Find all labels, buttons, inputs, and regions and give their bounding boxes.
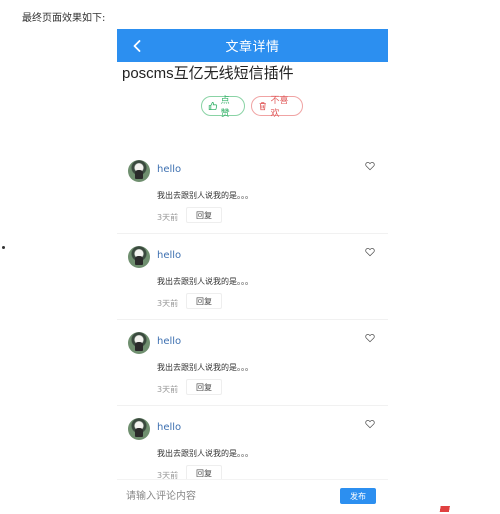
avatar xyxy=(128,418,150,440)
comment-item: hello 我出去跟别人说我的是。。。 3天前 回复 xyxy=(117,234,388,320)
comment-author[interactable]: hello xyxy=(157,336,181,347)
comment-time: 3天前 xyxy=(157,213,179,222)
comment-item: hello 我出去跟别人说我的是。。。 3天前 回复 xyxy=(117,148,388,234)
comment-text: 我出去跟别人说我的是。。。 xyxy=(157,191,253,200)
dislike-label: 不喜欢 xyxy=(270,96,289,119)
comment-author[interactable]: hello xyxy=(157,250,181,261)
article-title: poscms互亿无线短信插件 xyxy=(122,65,294,82)
reply-button[interactable]: 回复 xyxy=(186,207,222,223)
page: 最终页面效果如下: 文章详情 poscms互亿无线短信插件 点赞 不喜欢 hel… xyxy=(0,0,500,514)
heart-icon[interactable] xyxy=(365,419,375,429)
publish-button[interactable]: 发布 xyxy=(340,488,376,504)
comment-time: 3天前 xyxy=(157,385,179,394)
comment-input[interactable] xyxy=(126,486,326,506)
heart-icon[interactable] xyxy=(365,247,375,257)
comment-item: hello 我出去跟别人说我的是。。。 3天前 回复 xyxy=(117,320,388,406)
comment-time: 3天前 xyxy=(157,299,179,308)
article-actions: 点赞 不喜欢 xyxy=(201,96,303,119)
comment-author[interactable]: hello xyxy=(157,164,181,175)
avatar xyxy=(128,160,150,182)
like-button[interactable]: 点赞 xyxy=(201,96,245,119)
comment-text: 我出去跟别人说我的是。。。 xyxy=(157,277,253,286)
intro-text: 最终页面效果如下: xyxy=(22,13,106,24)
comment-author[interactable]: hello xyxy=(157,422,181,433)
reply-button[interactable]: 回复 xyxy=(186,379,222,395)
comment-text: 我出去跟别人说我的是。。。 xyxy=(157,363,253,372)
thumbs-up-icon xyxy=(208,101,218,111)
header-bar: 文章详情 xyxy=(117,29,388,62)
avatar xyxy=(128,246,150,268)
red-annotation-mark xyxy=(436,506,458,512)
heart-icon[interactable] xyxy=(365,333,375,343)
comment-list: hello 我出去跟别人说我的是。。。 3天前 回复 hello 我出去跟别人说… xyxy=(117,148,388,492)
comment-input-bar: 发布 xyxy=(117,479,388,514)
page-title: 文章详情 xyxy=(225,40,280,55)
dislike-button[interactable]: 不喜欢 xyxy=(251,96,303,119)
comment-text: 我出去跟别人说我的是。。。 xyxy=(157,449,253,458)
bullet-dot xyxy=(2,246,5,249)
heart-icon[interactable] xyxy=(365,161,375,171)
avatar xyxy=(128,332,150,354)
trash-icon xyxy=(259,102,266,111)
like-label: 点赞 xyxy=(220,96,230,119)
mobile-screen: 文章详情 poscms互亿无线短信插件 点赞 不喜欢 hello 我出去跟别人说… xyxy=(117,29,388,514)
reply-button[interactable]: 回复 xyxy=(186,293,222,309)
